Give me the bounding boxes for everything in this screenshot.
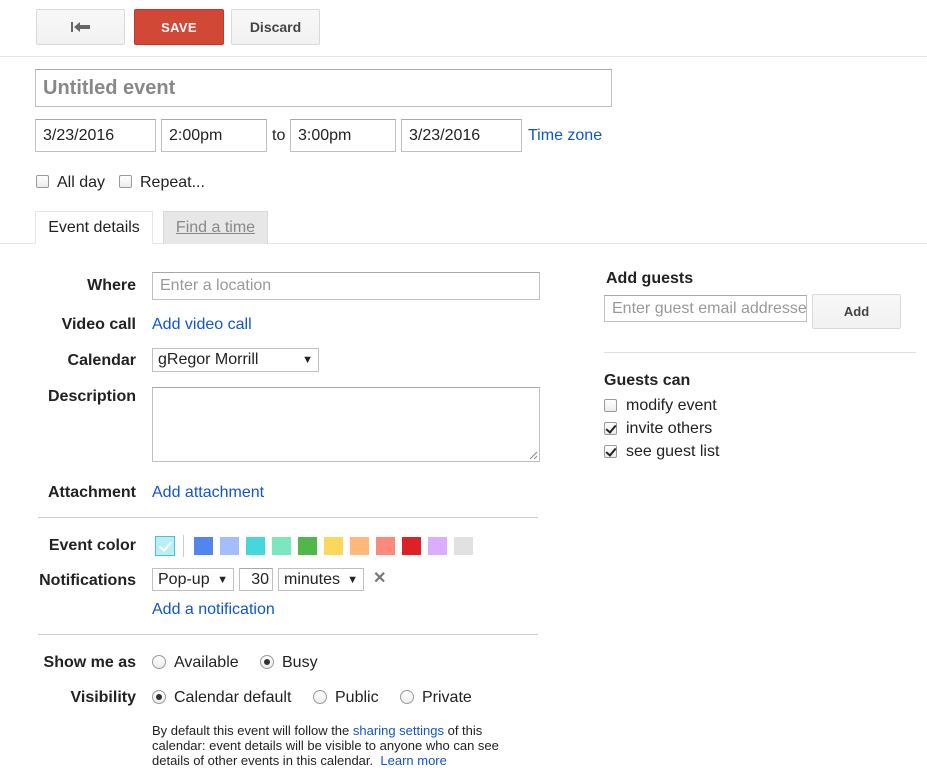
available-radio[interactable] — [152, 655, 166, 669]
see-guest-list-label: see guest list — [626, 443, 720, 460]
calendar-default-label: Calendar default — [174, 689, 292, 706]
note-text: of this — [447, 723, 483, 738]
back-button[interactable] — [36, 9, 125, 45]
start-date-input[interactable]: 3/23/2016 — [35, 119, 156, 152]
repeat-label: Repeat... — [140, 174, 205, 191]
swatch-separator — [183, 535, 184, 557]
time-zone-link[interactable]: Time zone — [528, 127, 602, 145]
see-guest-list-checkbox[interactable] — [604, 445, 617, 458]
back-arrow-icon — [70, 20, 92, 34]
all-day-checkbox[interactable] — [36, 175, 49, 188]
guest-email-input[interactable]: Enter guest email addresses — [604, 295, 807, 322]
calendar-default-radio[interactable] — [152, 690, 166, 704]
busy-label: Busy — [282, 654, 318, 671]
note-text: details of other events in this calendar… — [152, 753, 374, 768]
add-attachment-link[interactable]: Add attachment — [152, 484, 264, 502]
save-button[interactable]: SAVE — [134, 9, 224, 45]
color-swatch[interactable] — [194, 537, 213, 555]
sharing-settings-link[interactable]: sharing settings — [353, 723, 444, 738]
color-swatch[interactable] — [272, 537, 291, 555]
section-divider — [38, 517, 538, 518]
end-date-input[interactable]: 3/23/2016 — [401, 119, 522, 152]
remove-notification-icon[interactable]: ✕ — [373, 568, 386, 588]
chevron-down-icon: ▼ — [217, 573, 228, 586]
invite-others-checkbox[interactable] — [604, 422, 617, 435]
add-guests-label: Add guests — [606, 270, 694, 287]
notifications-label: Notifications — [39, 572, 136, 589]
color-swatch[interactable] — [220, 537, 239, 555]
repeat-checkbox[interactable] — [119, 175, 132, 188]
notification-unit-value: minutes — [284, 570, 341, 588]
start-time-input[interactable]: 2:00pm — [161, 119, 267, 152]
chevron-down-icon: ▼ — [302, 354, 313, 366]
add-video-call-link[interactable]: Add video call — [152, 316, 252, 334]
where-label: Where — [87, 277, 136, 294]
private-label: Private — [422, 689, 472, 706]
toolbar-divider — [0, 56, 927, 57]
modify-event-checkbox[interactable] — [604, 399, 617, 412]
color-swatch[interactable] — [428, 537, 447, 555]
learn-more-link[interactable]: Learn more — [380, 753, 446, 768]
description-textarea[interactable] — [152, 387, 540, 462]
busy-radio[interactable] — [260, 655, 274, 669]
color-swatch[interactable] — [246, 537, 265, 555]
color-swatch[interactable] — [324, 537, 343, 555]
resize-handle-icon[interactable] — [529, 451, 538, 460]
modify-event-label: modify event — [626, 397, 717, 414]
color-swatch[interactable] — [350, 537, 369, 555]
description-label: Description — [47, 388, 136, 405]
add-guest-button[interactable]: Add — [812, 294, 901, 329]
attachment-label: Attachment — [47, 484, 136, 501]
note-text: By default this event will follow the — [152, 723, 350, 738]
public-radio[interactable] — [313, 690, 327, 704]
note-text: calendar: event details will be visible … — [152, 738, 499, 753]
color-swatch[interactable] — [454, 537, 473, 555]
tab-event-details[interactable]: Event details — [35, 211, 153, 244]
color-swatch[interactable] — [376, 537, 395, 555]
end-time-input[interactable]: 3:00pm — [290, 119, 396, 152]
visibility-label: Visibility — [70, 689, 136, 706]
show-me-as-label: Show me as — [43, 654, 136, 671]
public-label: Public — [335, 689, 379, 706]
guests-divider — [604, 352, 916, 353]
all-day-label: All day — [57, 174, 106, 191]
event-color-label: Event color — [48, 537, 136, 554]
notification-method-select[interactable]: Pop-up ▼ — [152, 568, 234, 591]
section-divider — [38, 634, 538, 635]
to-label: to — [272, 127, 286, 144]
notification-method-value: Pop-up — [158, 570, 210, 588]
default-color-swatch[interactable] — [155, 536, 175, 556]
discard-button[interactable]: Discard — [231, 9, 320, 45]
chevron-down-icon: ▼ — [347, 573, 358, 586]
available-label: Available — [174, 654, 239, 671]
notification-unit-select[interactable]: minutes ▼ — [278, 568, 364, 591]
visibility-note: By default this event will follow the sh… — [152, 723, 552, 768]
invite-others-label: invite others — [626, 420, 713, 437]
private-radio[interactable] — [400, 690, 414, 704]
calendar-label: Calendar — [67, 352, 136, 369]
color-swatch[interactable] — [298, 537, 317, 555]
calendar-select[interactable]: gRegor Morrill ▼ — [152, 348, 319, 372]
guests-can-label: Guests can — [604, 372, 691, 389]
color-swatch[interactable] — [402, 537, 421, 555]
notification-amount-input[interactable]: 30 — [239, 568, 273, 591]
add-notification-link[interactable]: Add a notification — [152, 601, 275, 619]
event-title-input[interactable]: Untitled event — [35, 69, 612, 107]
location-input[interactable]: Enter a location — [152, 272, 540, 300]
video-call-label: Video call — [61, 316, 136, 333]
calendar-select-value: gRegor Morrill — [158, 351, 259, 368]
tab-find-a-time[interactable]: Find a time — [163, 211, 268, 244]
